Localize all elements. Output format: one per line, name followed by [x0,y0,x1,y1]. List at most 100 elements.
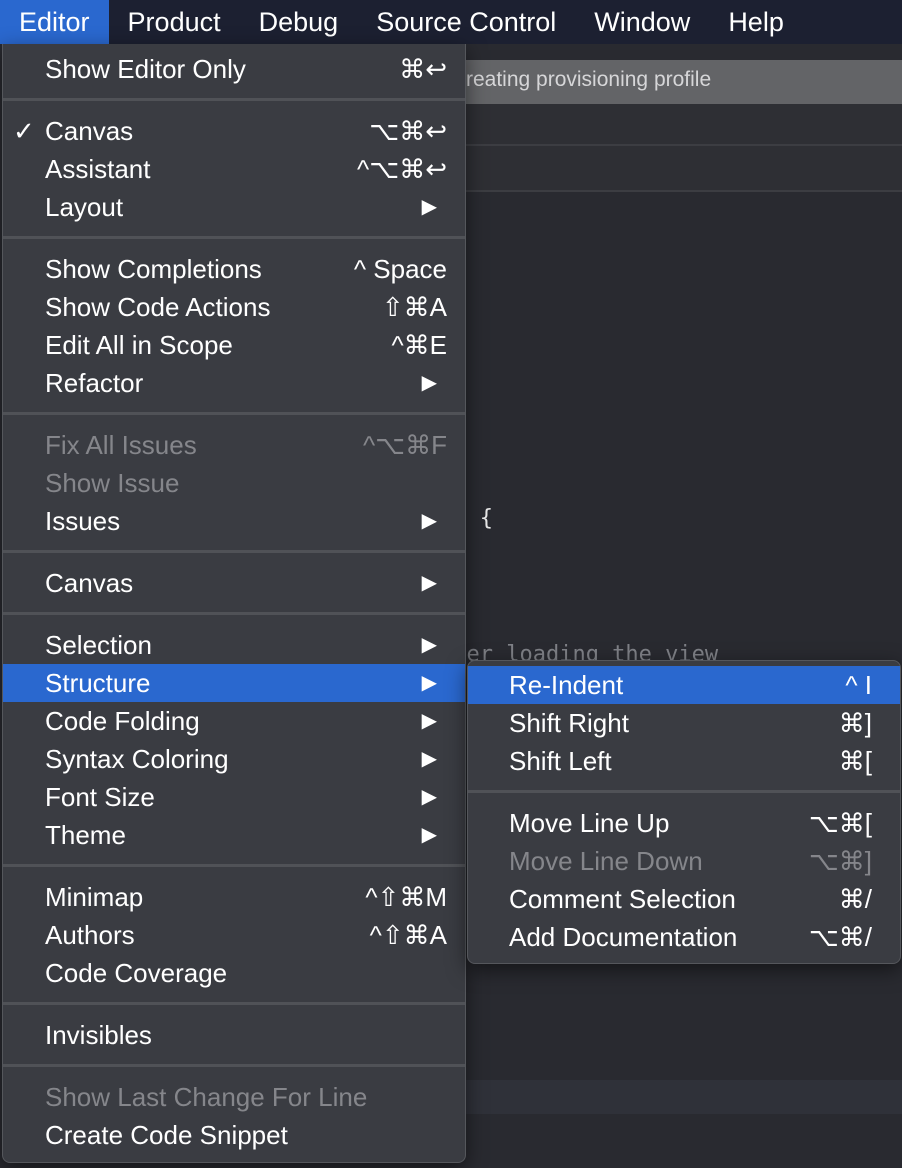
menu-item-re-indent[interactable]: Re-Indent ^ I [468,666,900,704]
menu-item-show-editor-only[interactable]: Show Editor Only ⌘↩ [3,50,465,88]
menu-item-label: Create Code Snippet [45,1120,288,1150]
menu-separator [468,780,900,804]
menu-item-invisibles[interactable]: Invisibles [3,1016,465,1054]
menubar-item-window[interactable]: Window [575,0,709,44]
menu-item-label: Assistant [45,154,151,184]
menubar-item-help[interactable]: Help [709,0,803,44]
keyboard-shortcut: ^⌘E [391,330,447,360]
editor-tab-bar [440,104,902,192]
menu-item-fix-all-issues: Fix All Issues ^⌥⌘F [3,426,465,464]
menu-separator [3,854,465,878]
menu-item-label: Canvas [45,116,134,146]
menubar-item-source-control[interactable]: Source Control [357,0,575,44]
menu-item-authors[interactable]: Authors ^⇧⌘A [3,916,465,954]
menu-item-theme[interactable]: Theme ▶ [3,816,465,854]
menu-item-label: Issues [45,506,121,536]
keyboard-shortcut: ⌥⌘↩ [369,116,447,146]
keyboard-shortcut: ⌘] [838,708,872,738]
menu-item-label: Shift Left [509,746,612,776]
editor-menu: Show Editor Only ⌘↩ ✓ Canvas ⌥⌘↩ Assistant ^⌥⌘… [2,44,466,1163]
menu-separator [3,992,465,1016]
menu-bar: Editor Product Debug Source Control Window He… [0,0,902,44]
menu-item-minimap[interactable]: Minimap ^⇧⌘M [3,878,465,916]
current-line-highlight [440,1080,902,1114]
keyboard-shortcut: ^⇧⌘M [365,882,447,912]
menu-separator [3,602,465,626]
code-brace: { [466,506,493,531]
menu-item-show-issue: Show Issue [3,464,465,502]
menu-item-label: Theme [45,820,126,850]
keyboard-shortcut: ⌥⌘[ [808,808,872,838]
keyboard-shortcut: ⌘/ [838,884,872,914]
menu-item-label: Selection [45,630,152,660]
submenu-arrow-icon: ▶ [421,510,437,532]
menu-item-layout[interactable]: Layout ▶ [3,188,465,226]
keyboard-shortcut: ^⌥⌘F [362,430,447,460]
keyboard-shortcut: ⌘↩ [399,54,447,84]
menu-item-assistant[interactable]: Assistant ^⌥⌘↩ [3,150,465,188]
menu-item-label: Layout [45,192,124,222]
keyboard-shortcut: ^ Space [353,254,447,284]
menu-item-label: Font Size [45,782,155,812]
menu-item-label: Fix All Issues [45,430,197,460]
menu-item-structure[interactable]: Structure ▶ [3,664,465,702]
menu-item-label: Comment Selection [509,884,736,914]
menu-item-comment-selection[interactable]: Comment Selection ⌘/ [468,880,900,918]
menu-item-canvas[interactable]: ✓ Canvas ⌥⌘↩ [3,112,465,150]
checkmark-icon: ✓ [13,116,35,146]
keyboard-shortcut: ⌥⌘/ [808,922,872,952]
submenu-arrow-icon: ▶ [421,786,437,808]
menu-item-label: Edit All in Scope [45,330,233,360]
menubar-item-debug[interactable]: Debug [240,0,358,44]
menu-item-canvas[interactable]: Canvas ▶ [3,564,465,602]
keyboard-shortcut: ⌘[ [838,746,872,776]
menu-item-label: Show Completions [45,254,262,284]
structure-submenu: Re-Indent ^ I Shift Right ⌘] Shift Left ⌘[ Mov… [467,660,901,964]
menu-item-label: Authors [45,920,135,950]
menubar-item-editor[interactable]: Editor [0,0,109,44]
menu-item-label: Refactor [45,368,144,398]
menu-item-label: Canvas [45,568,134,598]
menu-item-code-coverage[interactable]: Code Coverage [3,954,465,992]
menu-item-label: Code Folding [45,706,200,736]
menu-item-label: Code Coverage [45,958,228,988]
submenu-arrow-icon: ▶ [421,196,437,218]
menu-item-label: Move Line Up [509,808,670,838]
submenu-arrow-icon: ▶ [421,748,437,770]
submenu-arrow-icon: ▶ [421,672,437,694]
keyboard-shortcut: ^⌥⌘↩ [357,154,447,184]
menu-item-add-documentation[interactable]: Add Documentation ⌥⌘/ [468,918,900,956]
menu-item-shift-left[interactable]: Shift Left ⌘[ [468,742,900,780]
menu-separator [3,226,465,250]
menu-item-move-line-up[interactable]: Move Line Up ⌥⌘[ [468,804,900,842]
menu-item-move-line-down: Move Line Down ⌥⌘] [468,842,900,880]
menu-item-code-folding[interactable]: Code Folding ▶ [3,702,465,740]
menu-item-selection[interactable]: Selection ▶ [3,626,465,664]
menu-item-edit-all-in-scope[interactable]: Edit All in Scope ^⌘E [3,326,465,364]
submenu-arrow-icon: ▶ [421,372,437,394]
menu-item-label: Move Line Down [509,846,703,876]
menu-item-syntax-coloring[interactable]: Syntax Coloring ▶ [3,740,465,778]
menu-item-issues[interactable]: Issues ▶ [3,502,465,540]
menu-item-label: Add Documentation [509,922,738,952]
menu-item-font-size[interactable]: Font Size ▶ [3,778,465,816]
menu-item-label: Show Editor Only [45,54,246,84]
menubar-item-product[interactable]: Product [109,0,240,44]
menu-separator [3,402,465,426]
menu-item-label: Structure [45,668,151,698]
menu-item-show-completions[interactable]: Show Completions ^ Space [3,250,465,288]
menu-separator [3,1054,465,1078]
menu-item-refactor[interactable]: Refactor ▶ [3,364,465,402]
menu-item-show-code-actions[interactable]: Show Code Actions ⇧⌘A [3,288,465,326]
divider [440,144,902,146]
submenu-arrow-icon: ▶ [421,710,437,732]
submenu-arrow-icon: ▶ [421,634,437,656]
menu-item-create-code-snippet[interactable]: Create Code Snippet [3,1116,465,1154]
menu-item-label: Shift Right [509,708,629,738]
keyboard-shortcut: ⌥⌘] [808,846,872,876]
menu-item-label: Show Code Actions [45,292,271,322]
menu-item-shift-right[interactable]: Shift Right ⌘] [468,704,900,742]
menu-item-label: Re-Indent [509,670,624,700]
submenu-arrow-icon: ▶ [421,572,437,594]
menu-item-label: Show Issue [45,468,180,498]
